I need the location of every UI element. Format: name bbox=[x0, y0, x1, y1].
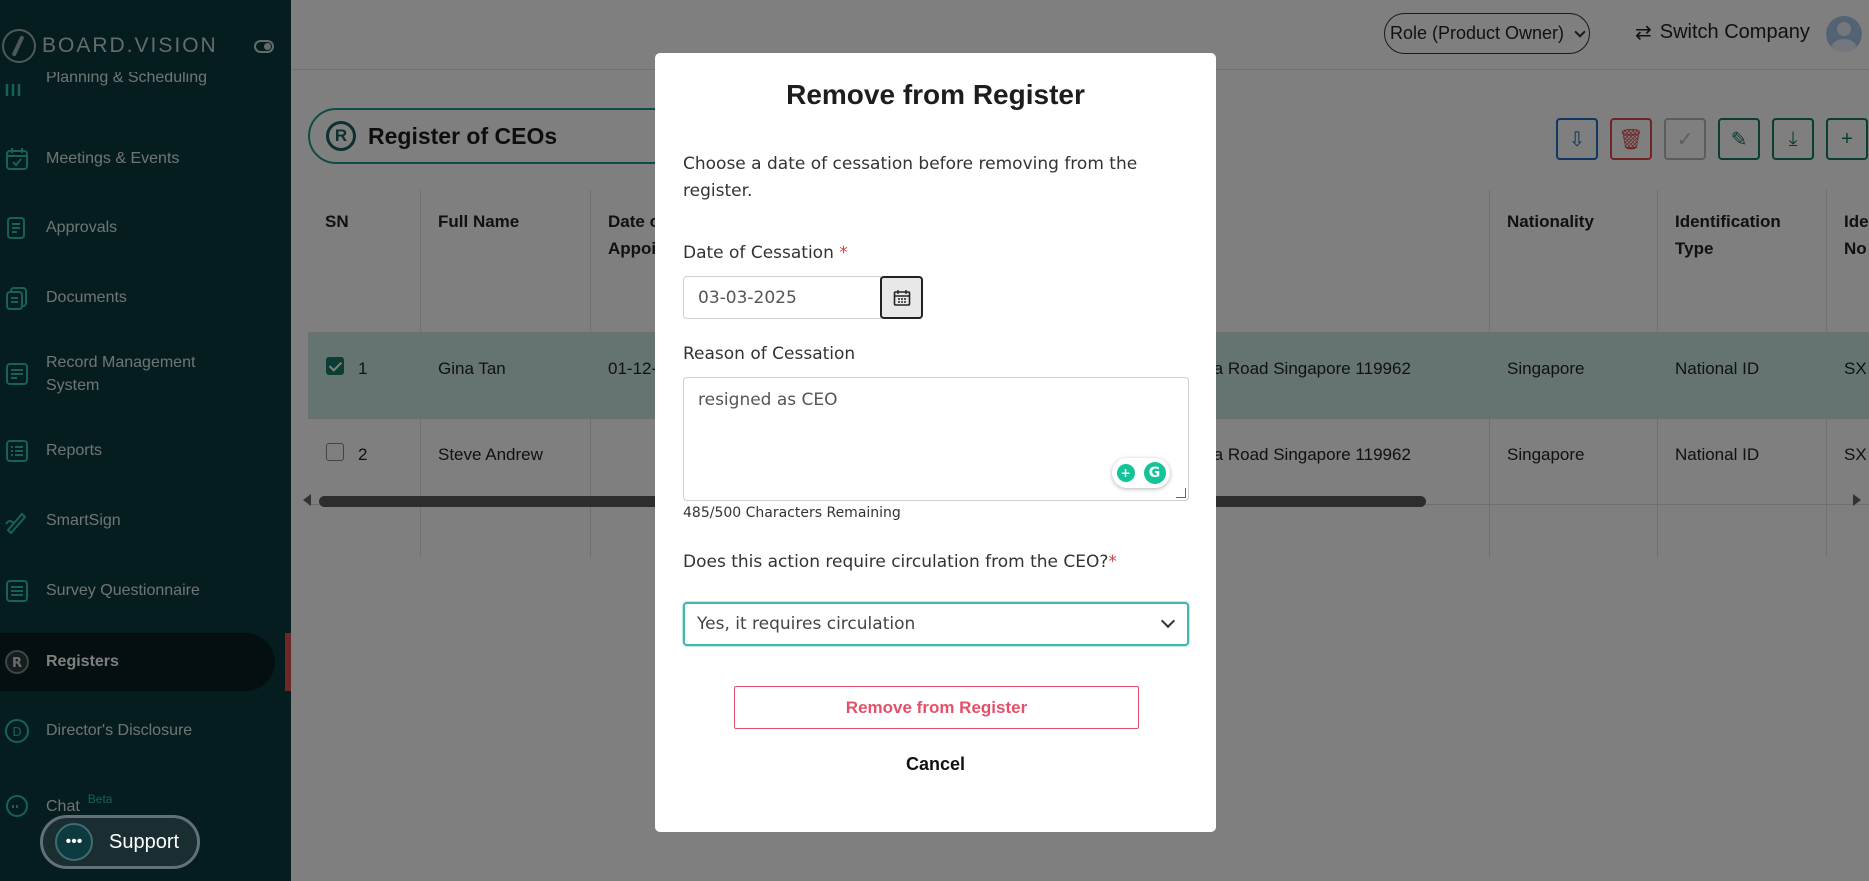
calendar-picker-button[interactable] bbox=[880, 276, 923, 319]
circulation-select[interactable]: Yes, it requires circulation bbox=[683, 602, 1189, 646]
required-asterisk: * bbox=[1108, 552, 1117, 572]
dialog-description: Choose a date of cessation before removi… bbox=[683, 151, 1153, 205]
remove-from-register-button[interactable]: Remove from Register bbox=[734, 686, 1139, 729]
resize-handle-icon[interactable] bbox=[1176, 488, 1186, 498]
grammarly-icon: G bbox=[1144, 462, 1166, 484]
required-asterisk: * bbox=[839, 243, 848, 263]
dialog-title: Remove from Register bbox=[655, 79, 1216, 111]
cancel-button[interactable]: Cancel bbox=[655, 754, 1216, 775]
characters-remaining: 485/500 Characters Remaining bbox=[683, 505, 901, 521]
date-of-cessation-input[interactable]: 03-03-2025 bbox=[683, 276, 881, 319]
circulation-selected-value: Yes, it requires circulation bbox=[697, 614, 915, 634]
reason-text: resigned as CEO bbox=[698, 390, 838, 410]
support-button[interactable]: ••• Support bbox=[40, 815, 200, 869]
reason-of-cessation-label: Reason of Cessation bbox=[683, 344, 855, 364]
circulation-question-label: Does this action require circulation fro… bbox=[683, 552, 1117, 572]
date-of-cessation-label: Date of Cessation * bbox=[683, 243, 848, 263]
grammarly-widget[interactable]: + G bbox=[1112, 458, 1170, 488]
remove-register-dialog: Remove from Register Choose a date of ce… bbox=[655, 53, 1216, 832]
chat-bubble-icon: ••• bbox=[55, 823, 93, 861]
reason-of-cessation-textarea[interactable]: resigned as CEO + G bbox=[683, 377, 1189, 501]
support-label: Support bbox=[109, 831, 179, 854]
chevron-down-icon bbox=[1161, 614, 1175, 628]
calendar-icon bbox=[893, 289, 911, 307]
bulb-icon: + bbox=[1117, 464, 1135, 482]
